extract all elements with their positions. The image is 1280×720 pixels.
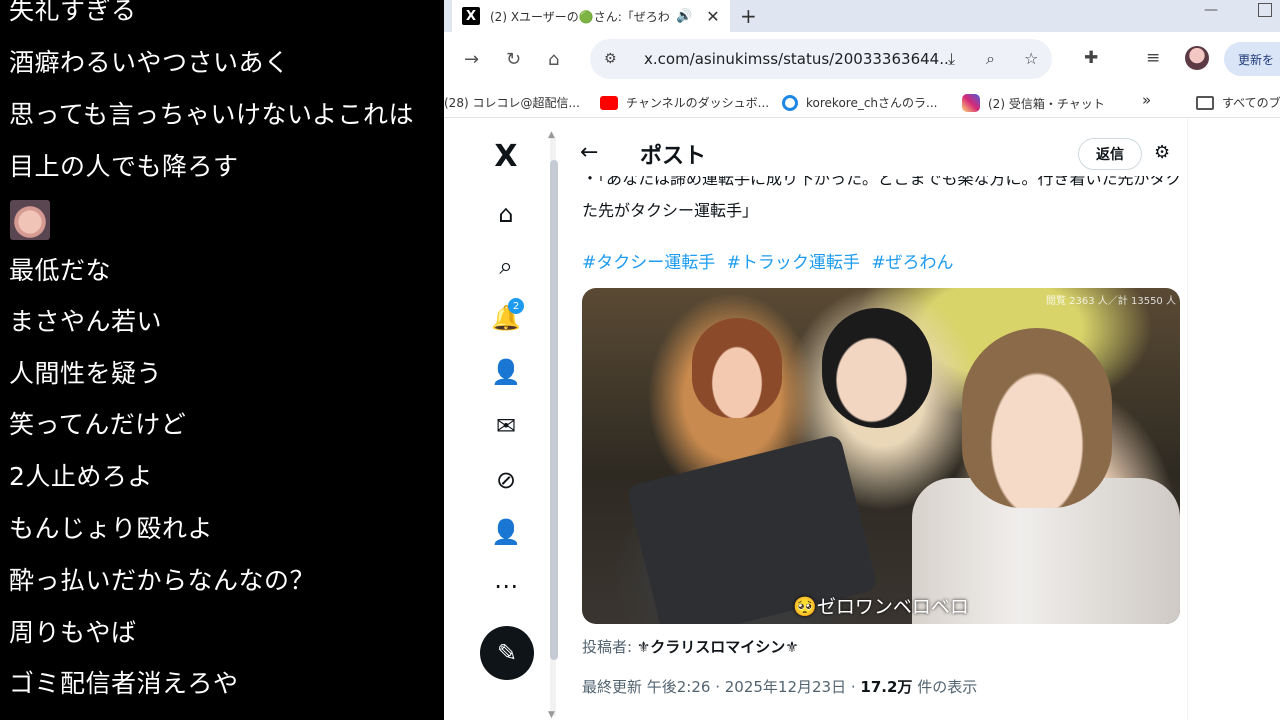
bookmark-label: (2) 受信箱・チャット: [988, 96, 1105, 111]
youtube-icon: [600, 95, 618, 110]
scrollbar[interactable]: ▲ ▼: [548, 130, 558, 720]
tab-close-icon[interactable]: ✕: [706, 7, 719, 26]
video-scene: [692, 318, 782, 418]
comment-item: 2人止めろよ: [9, 462, 153, 491]
bookmark-label: (28) コレコレ@超配信...: [444, 96, 580, 110]
tab-title: (2) Xユーザーの🟢さん:「ぜろわ: [490, 9, 670, 24]
comment-item: 目上の人でも降ろす: [9, 152, 239, 181]
video-scene: [822, 308, 932, 428]
x-favicon-icon: X: [462, 7, 480, 25]
hashtag-link[interactable]: #トラック運転手: [727, 253, 860, 273]
comment-item: 思っても言っちゃいけないよこれは: [9, 100, 415, 129]
bookmark-item[interactable]: korekore_chさんのラ...: [782, 94, 937, 111]
comment-item: 酔っ払いだからなんなの？: [9, 566, 316, 595]
folder-icon: [1196, 95, 1214, 110]
comment-item: まさやん若い: [9, 307, 163, 336]
zoom-icon[interactable]: ⌕: [986, 49, 995, 69]
notifications-bell-icon[interactable]: 🔔 2: [478, 296, 534, 340]
view-count: 17.2万: [860, 678, 913, 696]
comment-item: 失礼すぎる: [9, 0, 137, 25]
tab-strip: X (2) Xユーザーの🟢さん:「ぜろわ 🔊 ✕ + —: [444, 0, 1280, 32]
reply-settings-icon[interactable]: ⚙: [1154, 142, 1170, 163]
comment-item: 酒癖わるいやつさいあく: [9, 48, 290, 77]
maximize-icon[interactable]: [1258, 3, 1272, 17]
back-arrow-icon[interactable]: ←: [580, 140, 598, 165]
more-icon[interactable]: ⋯: [478, 564, 534, 608]
commenter-avatar: [10, 200, 50, 240]
post-meta: 最終更新 午後2:26 · 2025年12月23日 · 17.2万 件の表示: [582, 676, 977, 697]
comment-item: 最低だな: [9, 256, 112, 285]
poster-prefix: 投稿者:: [582, 638, 637, 656]
home-icon[interactable]: ⌂: [478, 192, 534, 236]
comment-item: 人間性を疑う: [9, 359, 163, 388]
site-settings-icon[interactable]: ⚙: [604, 51, 628, 67]
poster-line: 投稿者: ⚜クラリスロマイシン⚜: [582, 636, 799, 657]
scroll-up-arrow-icon[interactable]: ▲: [548, 130, 555, 140]
install-app-icon[interactable]: ⤓: [948, 49, 955, 69]
bookmark-label: すべてのブ: [1222, 96, 1280, 110]
bookmark-item[interactable]: (28) コレコレ@超配信...: [444, 94, 580, 111]
video-scene: [962, 328, 1112, 508]
hashtag-link[interactable]: #タクシー運転手: [582, 253, 715, 273]
minimize-icon[interactable]: —: [1204, 2, 1218, 18]
post-timestamp[interactable]: 最終更新 午後2:26 · 2025年12月23日 ·: [582, 678, 860, 696]
update-button[interactable]: 更新を: [1224, 42, 1280, 76]
loop-icon: [782, 94, 798, 111]
bookmark-item[interactable]: チャンネルのダッシュボ...: [600, 94, 769, 111]
reload-icon[interactable]: ↻: [506, 49, 521, 70]
bookmarks-overflow-icon[interactable]: »: [1142, 91, 1151, 109]
tab-active[interactable]: X (2) Xユーザーの🟢さん:「ぜろわ 🔊 ✕: [452, 0, 730, 32]
messages-envelope-icon[interactable]: ✉: [478, 404, 534, 448]
follow-person-icon[interactable]: 👤: [478, 350, 534, 394]
comment-item: もんじょり殴れよ: [9, 514, 214, 543]
search-icon[interactable]: ⌕: [478, 244, 534, 288]
new-tab-button[interactable]: +: [740, 0, 757, 32]
instagram-icon: [962, 94, 980, 112]
bookmark-label: korekore_chさんのラ...: [806, 96, 938, 110]
video-caption: 🥺ゼロワンベロベロ: [793, 596, 969, 618]
video-viewer-count: 閲覧 2363 人／計 13550 人: [1046, 296, 1176, 307]
bookmark-label: チャンネルのダッシュボ...: [626, 96, 770, 110]
compose-post-button[interactable]: ✎: [480, 626, 534, 680]
comment-item: ゴミ配信者消えろや: [9, 669, 239, 698]
media-control-icon[interactable]: ≡: [1146, 48, 1160, 68]
address-bar[interactable]: ⚙ x.com/asinukimss/status/20033363644...…: [590, 39, 1052, 79]
views-label: 件の表示: [912, 678, 978, 696]
browser-toolbar: → ↻ ⌂ ⚙ x.com/asinukimss/status/20033363…: [444, 32, 1280, 86]
url-text[interactable]: x.com/asinukimss/status/20033363644...: [644, 50, 954, 68]
poster-name[interactable]: ⚜クラリスロマイシン⚜: [637, 638, 799, 656]
comment-item: 周りもやば: [9, 618, 137, 647]
speaker-icon[interactable]: 🔊: [676, 9, 692, 24]
grok-icon[interactable]: ⊘: [478, 458, 534, 502]
profile-avatar[interactable]: [1185, 46, 1209, 70]
bookmark-star-icon[interactable]: ☆: [1024, 49, 1038, 68]
bookmark-item[interactable]: (2) 受信箱・チャット: [962, 94, 1105, 112]
bookmark-item[interactable]: すべてのブ: [1196, 94, 1280, 111]
forward-arrow-icon[interactable]: →: [464, 49, 479, 70]
post-video[interactable]: 閲覧 2363 人／計 13550 人 🥺ゼロワンベロベロ: [582, 288, 1180, 624]
scrollbar-thumb[interactable]: [550, 160, 558, 660]
extensions-icon[interactable]: ✚: [1084, 48, 1098, 68]
notification-badge: 2: [508, 298, 524, 314]
scroll-down-arrow-icon[interactable]: ▼: [548, 710, 555, 720]
post-text-line: た先がタクシー運転手」: [582, 201, 759, 220]
page-title: ポスト: [640, 144, 707, 169]
browser-window: X (2) Xユーザーの🟢さん:「ぜろわ 🔊 ✕ + — → ↻ ⌂ ⚙ x.c…: [444, 0, 1280, 720]
post-detail: ← ポスト 返信 ⚙ ・「あなたは諦め運転手に成り下がった。どこまでも楽な方に。…: [568, 118, 1188, 720]
post-text-line: ・「あなたは諦め運転手に成り下がった。どこまでも楽な方に。行き着いた先がタクシー…: [582, 176, 1182, 188]
comment-item: 笑ってんだけど: [9, 410, 187, 439]
bookmarks-bar: (28) コレコレ@超配信... チャンネルのダッシュボ... korekore…: [444, 86, 1280, 118]
x-page: X ⌂ ⌕ 🔔 2 👤 ✉ ⊘ 👤 ⋯ ✎ ▲ ▼ ← ポスト 返信 ⚙ ・「あ…: [444, 118, 1280, 720]
home-icon[interactable]: ⌂: [548, 49, 559, 70]
hashtag-link[interactable]: #ぜろわん: [871, 253, 953, 273]
hashtags: #タクシー運転手 #トラック運転手 #ぜろわん: [582, 248, 960, 273]
comment-overlay: 失礼すぎる 酒癖わるいやつさいあく 思っても言っちゃいけないよこれは 目上の人で…: [0, 0, 444, 720]
x-logo-icon[interactable]: X: [478, 134, 534, 178]
reply-button[interactable]: 返信: [1078, 138, 1142, 170]
profile-icon[interactable]: 👤: [478, 510, 534, 554]
